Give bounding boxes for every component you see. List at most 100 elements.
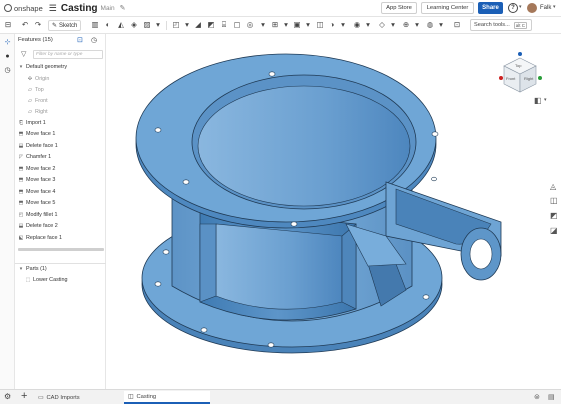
rollback-icon[interactable]: ⊡ [77,36,83,44]
mate-connector-icon[interactable]: ⊕ [401,20,411,30]
clock-icon[interactable]: ◷ [91,36,97,44]
list-item[interactable]: ⬒ Move face 3 [18,177,56,183]
list-item[interactable]: ◰ Modify fillet 1 [18,211,58,218]
modify-fillet-icon: ◰ [18,211,24,218]
filter-icon[interactable]: ▽ [21,50,26,58]
chamfer-icon[interactable]: ◢ [193,20,203,30]
feature-list-toggle-icon[interactable]: ⊟ [3,20,13,30]
view-cube-top[interactable]: Top [515,63,521,68]
properties-icon[interactable]: ◫ [550,196,558,205]
surface-icon[interactable]: ◍ [425,20,435,30]
tab-cad-imports[interactable]: ▭ CAD Imports [34,391,120,404]
chevron-down-icon[interactable]: ▾ [544,97,547,103]
extrude-icon[interactable]: ▥ [90,20,100,30]
mirror-icon[interactable]: ◉ [352,20,362,30]
chevron-down-icon[interactable]: ▾ [258,20,268,30]
chevron-down-icon[interactable]: ▾ [363,20,373,30]
onshape-logo[interactable]: onshape [4,4,43,13]
sweep-icon[interactable]: ◭ [116,20,126,30]
display-states-icon[interactable]: ◪ [550,226,558,235]
measure-icon[interactable]: ⊡ [452,20,462,30]
list-item[interactable]: ▱ Right [27,109,48,115]
graphics-viewport[interactable]: Top Front Right ◧ ▾ ◬ ◫ ◩ ◪ [106,34,561,390]
boolean-icon[interactable]: ▣ [292,20,302,30]
sketch-button[interactable]: ✎ Sketch [48,20,82,31]
edit-pencil-icon[interactable]: ✎ [120,4,126,12]
draft-icon[interactable]: ◩ [206,20,216,30]
document-title[interactable]: Casting [61,3,98,14]
list-item[interactable]: ⬓ Delete face 2 [18,223,58,229]
revolve-icon[interactable]: ◐ [103,20,113,30]
shell-icon[interactable]: ▢ [232,20,242,30]
history-icon[interactable]: ◷ [3,66,12,75]
workspace-name[interactable]: Main [101,5,115,12]
search-shortcut: alt C [513,21,528,29]
list-item[interactable]: ⬒ Move face 4 [18,189,56,195]
rib-icon[interactable]: ⌸ [219,20,229,30]
feature-list-scrollbar[interactable] [18,248,104,251]
list-item[interactable]: ✣ Origin [27,75,50,82]
list-item[interactable]: ⬒ Move face 2 [18,166,56,172]
section-view-icon[interactable]: ◩ [550,211,558,220]
origin-icon: ✣ [27,75,33,82]
plane-icon[interactable]: ◇ [377,20,387,30]
app-store-button[interactable]: App Store [381,2,417,14]
hole-icon[interactable]: ◎ [245,20,255,30]
redo-icon[interactable]: ↷ [33,20,43,30]
transform-icon[interactable]: ◑ [327,20,337,30]
chevron-down-icon[interactable]: ▾ [303,20,313,30]
top-bar: onshape ☰ Casting Main ✎ App Store Learn… [0,0,561,17]
chevron-down-icon[interactable]: ▾ [388,20,398,30]
share-button[interactable]: Share [478,2,503,14]
tab-casting[interactable]: ◫ Casting [124,391,210,404]
casting-model[interactable] [106,34,561,390]
view-cube-right[interactable]: Right [524,76,533,81]
loft-icon[interactable]: ◈ [129,20,139,30]
split-icon[interactable]: ◫ [315,20,325,30]
panel-divider[interactable] [15,263,106,264]
part-item[interactable]: ⬚ Lower Casting [25,277,68,283]
view-options-icon[interactable]: ◧ [534,96,542,105]
thicken-icon[interactable]: ▨ [142,20,152,30]
pattern-icon[interactable]: ⊞ [270,20,280,30]
chevron-down-icon[interactable]: ▾ [153,20,163,30]
list-item[interactable]: ⬒ Move face 5 [18,200,56,206]
undo-icon[interactable]: ↶ [20,20,30,30]
list-item[interactable]: ⬒ Move face 1 [18,131,56,137]
view-cube-front[interactable]: Front [506,76,515,81]
parts-group[interactable]: ▾ Parts (1) [18,266,47,272]
add-tab-icon[interactable]: + [21,390,27,402]
measure-tool-icon[interactable]: ▤ [548,393,555,401]
chevron-down-icon[interactable]: ▾ [436,20,446,30]
comments-icon[interactable]: ● [3,52,12,61]
fillet-icon[interactable]: ◰ [171,20,181,30]
menu-icon[interactable]: ☰ [49,3,57,14]
feature-filter-input[interactable]: Filter by name or type [33,50,103,59]
list-item[interactable]: ⎗ Import 1 [18,120,46,126]
appearance-icon[interactable]: ◬ [550,182,556,191]
list-item[interactable]: ▱ Top [27,87,44,93]
features-header: Features (15) [18,37,53,43]
search-tools-input[interactable]: Search tools... alt C [470,19,532,31]
chevron-down-icon[interactable]: ▾ [182,20,192,30]
list-item[interactable]: ◸ Chamfer 1 [18,154,51,160]
chevron-down-icon[interactable]: ▾ [281,20,291,30]
search-placeholder: Search tools... [474,22,510,28]
tab-manager-icon[interactable]: ⚙ [4,392,11,401]
learning-center-button[interactable]: Learning Center [421,2,474,14]
chevron-down-icon[interactable]: ▾ [412,20,422,30]
list-item[interactable]: ⬓ Delete face 1 [18,143,58,149]
chevron-down-icon[interactable]: ▾ [338,20,348,30]
list-item[interactable]: ⬕ Replace face 1 [18,235,62,241]
list-item[interactable]: ▱ Front [27,98,48,104]
view-cube[interactable]: Top Front Right [496,52,544,100]
selection-filter-icon[interactable]: ⊜ [534,393,540,401]
help-icon[interactable]: ? [508,3,518,13]
user-chevron-icon[interactable]: ▾ [553,4,556,10]
default-geometry-group[interactable]: ▾ Default geometry [18,64,67,70]
plane-icon: ▱ [28,86,32,93]
user-avatar[interactable] [527,3,537,13]
user-name[interactable]: Falk [540,5,551,11]
feature-list-icon[interactable]: ⊹ [3,38,12,47]
help-chevron-icon[interactable]: ▾ [519,4,522,10]
